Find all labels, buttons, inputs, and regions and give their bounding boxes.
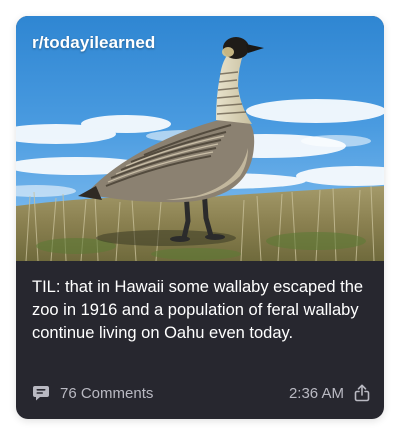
comments-count: 76 Comments bbox=[60, 384, 154, 402]
subreddit-name[interactable]: r/todayilearned bbox=[32, 33, 155, 53]
comment-bubble-icon bbox=[32, 384, 50, 402]
post-time: 2:36 AM bbox=[288, 384, 344, 402]
post-image[interactable]: r/todayilearned bbox=[16, 16, 384, 261]
share-icon[interactable] bbox=[354, 384, 370, 402]
comments-button[interactable]: 76 Comments bbox=[32, 384, 153, 402]
post-title[interactable]: TIL: that in Hawaii some wallaby escaped… bbox=[32, 276, 372, 345]
post-footer: 76 Comments 2:36 AM bbox=[32, 382, 370, 404]
post-card[interactable]: r/todayilearned TIL: that in Hawaii some… bbox=[16, 16, 384, 419]
